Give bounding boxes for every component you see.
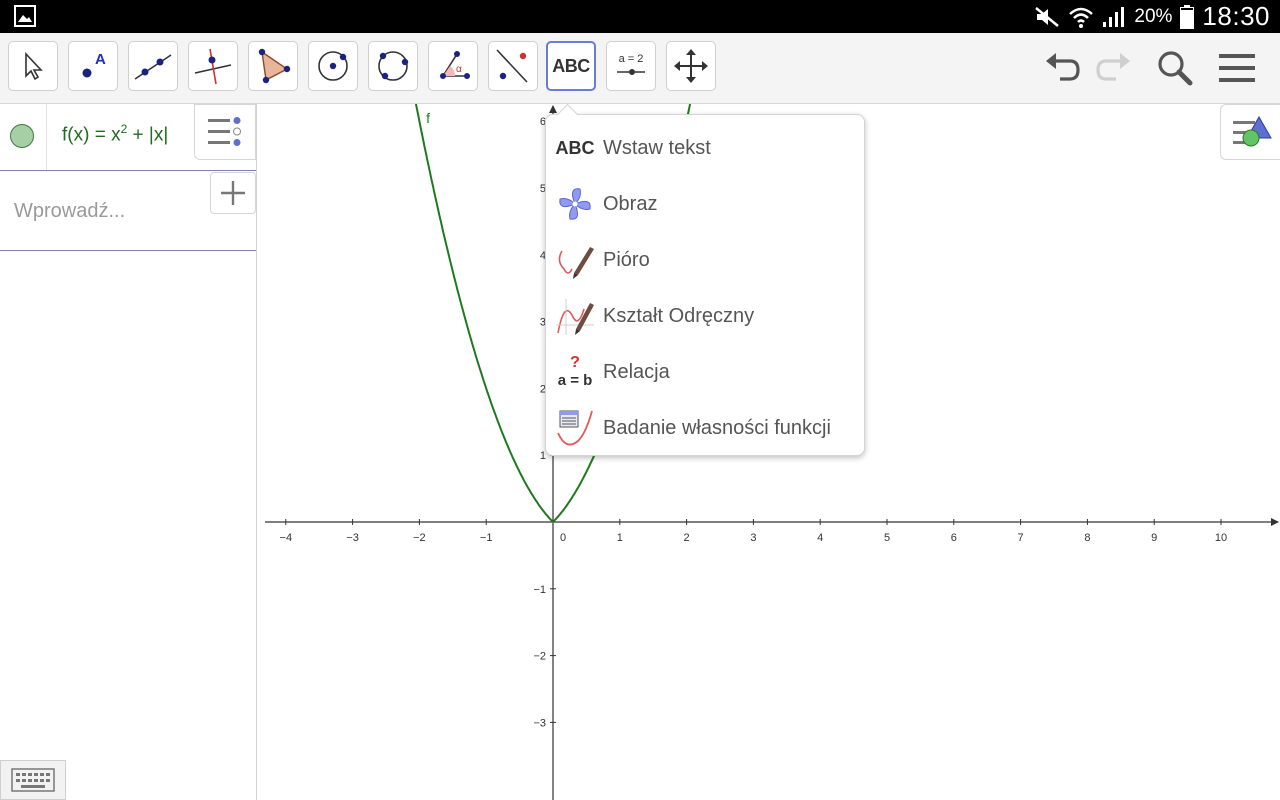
circle-center-tool[interactable] [308,41,358,91]
point-tool[interactable]: A [68,41,118,91]
undo-button[interactable] [1040,45,1086,91]
menu-item-relation[interactable]: ? a = b Relacja [546,344,864,400]
relation-icon: ? a = b [552,350,598,394]
x-tick-label: −2 [413,532,426,544]
move-tool[interactable] [8,41,58,91]
function-inspector-icon [552,406,598,450]
arrow-cursor-icon [25,51,43,81]
x-tick-label: 0 [560,532,566,544]
relation-question-mark: ? [570,354,580,371]
x-tick-label: 6 [951,532,957,544]
abc-text-icon: ABC [555,137,595,158]
battery-percent: 20% [1134,5,1173,27]
algebra-input-row[interactable]: Wprowadź... [0,170,256,251]
line-through-points-icon [134,54,172,80]
algebra-formula[interactable]: f(x) = x2 + |x| [62,122,168,146]
status-bar: 20% 18:30 [0,0,1280,33]
y-tick-label: −2 [533,651,546,663]
freehand-shape-icon [552,294,598,338]
algebra-row-f[interactable]: f(x) = x2 + |x| [0,104,256,171]
search-button[interactable] [1152,45,1198,91]
x-tick-label: −3 [346,532,359,544]
polygon-icon [258,48,291,84]
polygon-tool[interactable] [248,41,298,91]
move-graphics-tool[interactable] [666,41,716,91]
angle-tool[interactable]: α [428,41,478,91]
x-tick-label: 4 [817,532,823,544]
menu-item-insert-text[interactable]: ABC Wstaw tekst [546,120,864,176]
abc-text-icon: ABC [552,55,590,76]
x-tick-label: 1 [617,532,623,544]
slider-tool[interactable]: a = 2 [606,41,656,91]
visibility-toggle[interactable] [10,124,34,148]
keyboard-icon [11,768,55,792]
clock: 18:30 [1202,1,1270,31]
slider-icon: a = 2 [617,53,645,75]
y-tick-label: −1 [533,584,546,596]
point-a-icon: A [82,51,106,78]
hamburger-menu-icon [1219,54,1255,82]
main-menu-button[interactable] [1214,45,1260,91]
x-tick-label: 10 [1215,532,1227,544]
battery-icon [1180,4,1195,29]
algebra-style-icon [208,117,241,146]
menu-item-pen[interactable]: Pióro [546,232,864,288]
text-tool[interactable]: ABC [546,41,596,91]
add-button[interactable] [210,172,256,214]
x-tick-label: 9 [1151,532,1157,544]
perpendicular-icon [194,48,232,85]
circle-three-points-icon [378,51,409,81]
y-axis-arrow [549,105,557,113]
algebra-input[interactable]: Wprowadź... [14,200,125,223]
graphics-style-button[interactable] [1220,104,1280,160]
x-tick-label: 5 [884,532,890,544]
perpendicular-line-tool[interactable] [188,41,238,91]
toolbar: A α ABC a = 2 [0,33,1280,104]
menu-item-image[interactable]: Obraz [546,176,864,232]
algebra-view: f(x) = x2 + |x| Wprowadź... [0,104,257,800]
plus-icon [221,181,245,205]
menu-item-freehand-shape[interactable]: Kształt Odręczny [546,288,864,344]
menu-item-function-inspector[interactable]: Badanie własności funkcji [546,400,864,456]
wifi-icon [1069,7,1094,28]
angle-icon: α [440,51,470,79]
circle-center-icon [318,51,348,81]
circle-three-points-tool[interactable] [368,41,418,91]
point-tool-label: A [95,51,106,68]
x-axis-arrow [1271,518,1279,526]
redo-icon [1096,53,1130,81]
undo-icon [1046,53,1080,81]
x-tick-label: 3 [750,532,756,544]
x-tick-label: 2 [684,532,690,544]
line-tool[interactable] [128,41,178,91]
function-label[interactable]: f [426,110,430,126]
relation-icon-text: a = b [558,372,593,389]
gallery-icon [14,5,36,27]
text-tool-submenu: ABC Wstaw tekst Obraz Pióro Kształt Odrę… [545,103,865,456]
reflect-tool[interactable] [488,41,538,91]
search-icon [1158,51,1193,86]
move-arrows-icon [674,49,708,83]
x-tick-label: 8 [1084,532,1090,544]
y-tick-label: −3 [533,717,546,729]
angle-tool-label: α [456,64,462,75]
keyboard-button[interactable] [0,760,66,800]
signal-icon [1103,6,1125,27]
mute-icon [1035,6,1060,27]
slider-tool-label: a = 2 [619,53,644,65]
x-tick-label: −4 [280,532,293,544]
image-pinwheel-icon [552,182,598,226]
algebra-settings-button[interactable] [194,104,256,160]
x-tick-label: 7 [1018,532,1024,544]
pen-icon [552,238,598,282]
redo-button[interactable] [1090,45,1136,91]
x-tick-label: −1 [480,532,493,544]
reflect-line-icon [496,49,528,83]
graphics-style-icon [1232,115,1272,147]
